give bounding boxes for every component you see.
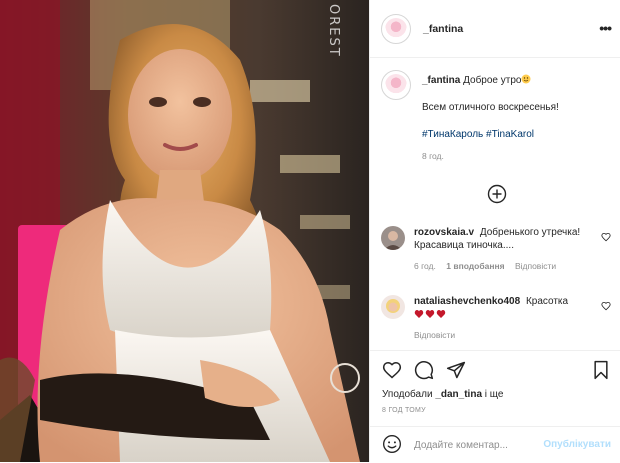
comment-meta: 6 год. 1 вподобання Відповісти	[414, 260, 589, 273]
caption-text: Всем отличного воскресенья!	[422, 102, 559, 113]
action-icons	[382, 360, 466, 383]
author-avatar[interactable]	[381, 13, 411, 44]
like-comment-heart-icon[interactable]	[601, 232, 611, 245]
comment-meta: Відповісти	[414, 329, 589, 342]
like-heart-icon[interactable]	[382, 360, 402, 383]
post-photo[interactable]: OREST	[0, 0, 369, 462]
instagram-post: OREST _fantina ••• _fantina Доброе утро …	[0, 0, 620, 462]
post-photo-illustration	[0, 0, 369, 462]
caption-greeting: Доброе утро	[463, 75, 522, 86]
smiling-face-icon	[521, 74, 531, 86]
comment-item: rozovskaia.v Добренького утречка! Красав…	[381, 226, 611, 273]
bookmark-icon[interactable]	[592, 360, 610, 383]
author-username[interactable]: _fantina	[423, 23, 463, 35]
post-details-panel: _fantina ••• _fantina Доброе утро Всем о…	[369, 0, 620, 462]
comment-username[interactable]: rozovskaia.v	[414, 227, 474, 238]
caption-author-avatar[interactable]	[381, 70, 411, 100]
load-more-comments-button[interactable]	[487, 184, 507, 204]
post-caption: _fantina Доброе утро Всем отличного воск…	[381, 70, 611, 163]
more-horizontal-icon[interactable]: •••	[599, 20, 612, 36]
emoji-smiley-icon[interactable]	[382, 434, 402, 457]
post-timestamp: 8 ГОД ТОМУ	[382, 407, 426, 414]
comment-reply-button[interactable]: Відповісти	[515, 261, 556, 271]
comment-item: nataliashevchenko408 Красотка Відповісти	[381, 295, 611, 342]
caption-age: 8 год.	[422, 151, 444, 161]
comment-text: Красотка	[525, 296, 569, 307]
commenter-avatar[interactable]	[381, 226, 405, 250]
hearts-icon	[414, 309, 589, 323]
comment-age: 6 год.	[414, 261, 436, 271]
comment-username[interactable]: nataliashevchenko408	[414, 296, 520, 307]
publish-comment-button[interactable]: Опублікувати	[543, 439, 611, 450]
comment-reply-button[interactable]: Відповісти	[414, 330, 455, 340]
post-actions: Уподобали _dan_tina і ще 8 ГОД ТОМУ Опуб…	[370, 350, 620, 462]
post-header: _fantina •••	[370, 0, 620, 58]
caption-username[interactable]: _fantina	[422, 75, 460, 86]
liked-by-prefix: Уподобали	[382, 389, 433, 400]
liked-by-user[interactable]: _dan_tina	[435, 389, 482, 400]
comment-body: rozovskaia.v Добренького утречка! Красав…	[414, 226, 589, 273]
caption-body: _fantina Доброе утро Всем отличного воск…	[422, 70, 611, 163]
comment-likes[interactable]: 1 вподобання	[446, 261, 504, 271]
liked-by-summary: Уподобали _dan_tina і ще	[382, 389, 503, 400]
add-comment-input[interactable]	[414, 439, 554, 451]
comment-body: nataliashevchenko408 Красотка Відповісти	[414, 295, 589, 342]
add-comment-row: Опублікувати	[370, 426, 620, 463]
photographer-watermark: OREST	[326, 4, 341, 58]
avatar-image	[385, 17, 407, 40]
share-paper-plane-icon[interactable]	[446, 360, 466, 383]
like-comment-heart-icon[interactable]	[601, 301, 611, 314]
avatar-image	[385, 74, 407, 96]
caption-hashtags[interactable]: #ТинаКароль #TinaKarol	[422, 128, 611, 141]
liked-by-suffix[interactable]: і ще	[485, 389, 504, 400]
comment-bubble-icon[interactable]	[414, 360, 434, 383]
commenter-avatar[interactable]	[381, 295, 405, 319]
plus-circle-icon	[487, 184, 507, 204]
